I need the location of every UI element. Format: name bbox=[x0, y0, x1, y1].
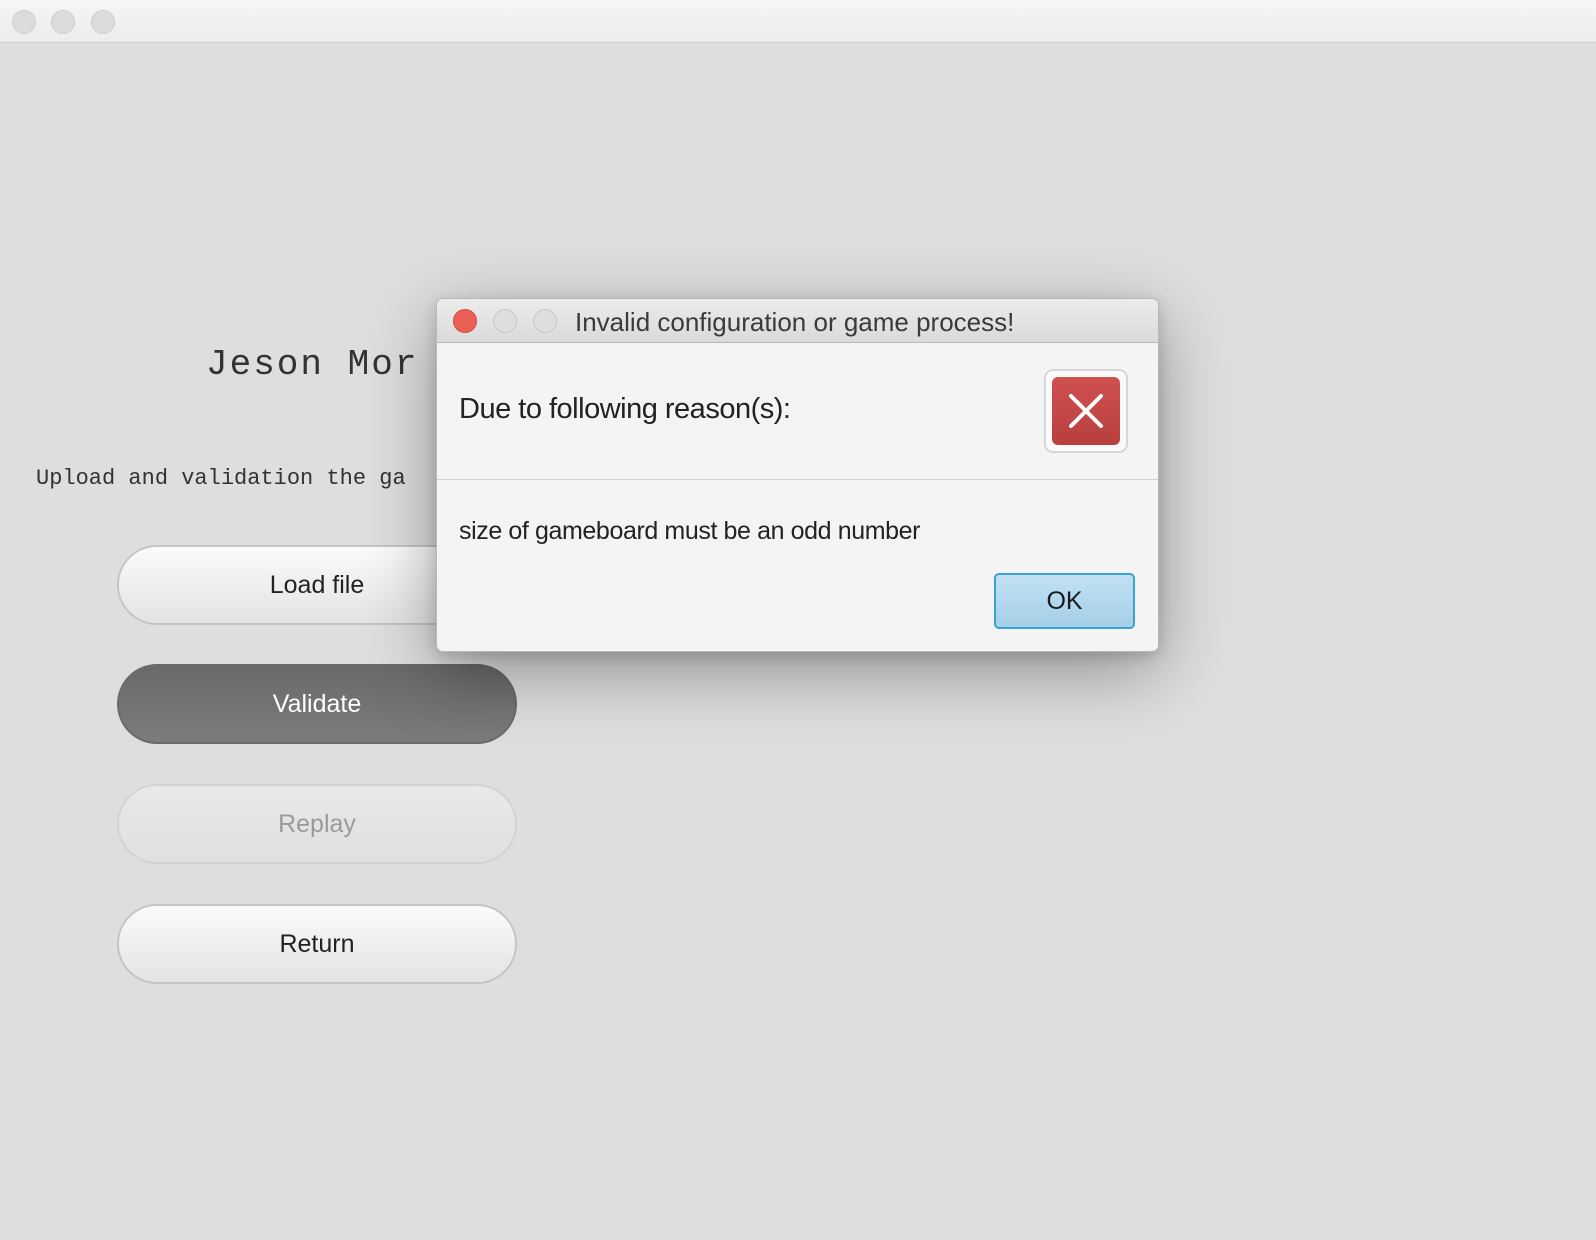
dialog-minimize-button[interactable] bbox=[493, 309, 517, 333]
dialog-close-button[interactable] bbox=[453, 309, 477, 333]
error-x-icon bbox=[1052, 377, 1120, 445]
subtitle-text: Upload and validation the ga bbox=[36, 466, 406, 491]
ok-button[interactable]: OK bbox=[994, 573, 1135, 629]
window-titlebar bbox=[0, 0, 1596, 43]
window-close-button[interactable] bbox=[12, 10, 36, 34]
window-zoom-button[interactable] bbox=[91, 10, 115, 34]
window-minimize-button[interactable] bbox=[51, 10, 75, 34]
app-title: Jeson Mor bbox=[206, 344, 419, 385]
return-button[interactable]: Return bbox=[117, 904, 517, 984]
dialog-zoom-button[interactable] bbox=[533, 309, 557, 333]
dialog-title: Invalid configuration or game process! bbox=[575, 307, 1015, 337]
dialog-header-text: Due to following reason(s): bbox=[459, 393, 791, 425]
dialog-header: Due to following reason(s): bbox=[437, 343, 1158, 480]
error-icon-frame bbox=[1044, 369, 1128, 453]
error-dialog: Invalid configuration or game process! D… bbox=[436, 298, 1159, 652]
dialog-message: size of gameboard must be an odd number bbox=[459, 517, 921, 545]
dialog-titlebar: Invalid configuration or game process! bbox=[437, 299, 1158, 343]
replay-button[interactable]: Replay bbox=[117, 784, 517, 864]
validate-button[interactable]: Validate bbox=[117, 664, 517, 744]
